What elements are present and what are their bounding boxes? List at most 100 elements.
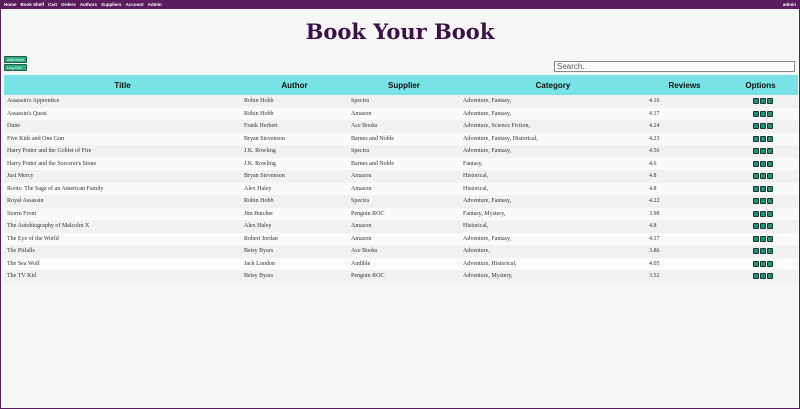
delete-button[interactable] <box>767 135 773 142</box>
edit-button[interactable] <box>760 185 766 192</box>
options-cell <box>723 195 798 208</box>
edit-button[interactable] <box>760 198 766 205</box>
edit-button[interactable] <box>760 173 766 180</box>
delete-button[interactable] <box>767 185 773 192</box>
search-input[interactable]: Search.. <box>554 61 795 72</box>
reviews-cell: 4.56 <box>646 145 723 158</box>
delete-button[interactable] <box>767 123 773 130</box>
nav-admin[interactable]: Admin <box>148 1 162 9</box>
delete-button[interactable] <box>767 198 773 205</box>
delete-button[interactable] <box>767 235 773 242</box>
view-button[interactable] <box>753 273 759 280</box>
options-cell <box>723 220 798 233</box>
edit-button[interactable] <box>760 123 766 130</box>
delete-button[interactable] <box>767 210 773 217</box>
nav-account[interactable]: Account <box>126 1 144 9</box>
reviews-cell: 3.98 <box>646 207 723 220</box>
edit-button[interactable] <box>760 223 766 230</box>
header-category[interactable]: Category <box>460 75 646 95</box>
author-cell: Robert Jordan <box>241 232 348 245</box>
delete-button[interactable] <box>767 110 773 117</box>
title-cell: Dune <box>4 120 241 133</box>
edit-button[interactable] <box>760 235 766 242</box>
reviews-cell: 4.16 <box>646 95 723 108</box>
author-cell: Alex Haley <box>241 182 348 195</box>
options-group <box>726 198 795 205</box>
view-button[interactable] <box>753 173 759 180</box>
nav-cart[interactable]: Cart <box>48 1 57 9</box>
reviews-cell: 4.05 <box>646 257 723 270</box>
action-buttons: Add Book Log Out <box>4 56 28 71</box>
supplier-cell: Barnes and Noble <box>348 157 460 170</box>
nav-orders[interactable]: Orders <box>61 1 76 9</box>
table-row: Harry Potter and the Goblet of Fire J.K. … <box>4 145 798 158</box>
header-author[interactable]: Author <box>241 75 348 95</box>
edit-button[interactable] <box>760 160 766 167</box>
edit-button[interactable] <box>760 248 766 255</box>
delete-button[interactable] <box>767 260 773 267</box>
options-cell <box>723 270 798 283</box>
nav-home[interactable]: Home <box>4 1 17 9</box>
logout-button[interactable]: Log Out <box>4 64 28 71</box>
nav-authors[interactable]: Authors <box>80 1 97 9</box>
reviews-cell: 4.22 <box>646 195 723 208</box>
author-cell: Robin Hobb <box>241 107 348 120</box>
view-button[interactable] <box>753 148 759 155</box>
view-button[interactable] <box>753 123 759 130</box>
supplier-cell: Ace Books <box>348 120 460 133</box>
nav-user[interactable]: admin <box>783 1 796 9</box>
table-body: Assassin's Apprentice Robin Hobb Spectra Ad… <box>4 95 798 283</box>
delete-button[interactable] <box>767 248 773 255</box>
supplier-cell: Amazon <box>348 232 460 245</box>
view-button[interactable] <box>753 210 759 217</box>
edit-button[interactable] <box>760 210 766 217</box>
delete-button[interactable] <box>767 223 773 230</box>
nav-suppliers[interactable]: Suppliers <box>101 1 122 9</box>
table-row: The Pitfalls Betsy Byars Ace Books Adventur… <box>4 245 798 258</box>
options-group <box>726 98 795 105</box>
options-cell <box>723 107 798 120</box>
options-group <box>726 110 795 117</box>
view-button[interactable] <box>753 235 759 242</box>
nav-book-shelf[interactable]: Book Shelf <box>21 1 45 9</box>
view-button[interactable] <box>753 98 759 105</box>
view-button[interactable] <box>753 135 759 142</box>
view-button[interactable] <box>753 260 759 267</box>
edit-button[interactable] <box>760 260 766 267</box>
options-cell <box>723 157 798 170</box>
delete-button[interactable] <box>767 273 773 280</box>
edit-button[interactable] <box>760 273 766 280</box>
table-row: Roots: The Saga of an American Family Ale… <box>4 182 798 195</box>
category-cell: Historical, <box>460 220 646 233</box>
edit-button[interactable] <box>760 135 766 142</box>
view-button[interactable] <box>753 185 759 192</box>
delete-button[interactable] <box>767 160 773 167</box>
options-group <box>726 185 795 192</box>
title-cell: Harry Potter and the Goblet of Fire <box>4 145 241 158</box>
title-cell: Just Mercy <box>4 170 241 183</box>
edit-button[interactable] <box>760 98 766 105</box>
view-button[interactable] <box>753 198 759 205</box>
title-cell: The Autobiography of Malcolm X <box>4 220 241 233</box>
options-cell <box>723 245 798 258</box>
view-button[interactable] <box>753 223 759 230</box>
delete-button[interactable] <box>767 173 773 180</box>
add-book-button[interactable]: Add Book <box>4 56 28 63</box>
delete-button[interactable] <box>767 148 773 155</box>
category-cell: Adventure, Fantasy, Historical, <box>460 132 646 145</box>
view-button[interactable] <box>753 248 759 255</box>
view-button[interactable] <box>753 160 759 167</box>
view-button[interactable] <box>753 110 759 117</box>
edit-button[interactable] <box>760 148 766 155</box>
title-cell: Harry Potter and the Sorcerer's Stone <box>4 157 241 170</box>
header-title[interactable]: Title <box>4 75 241 95</box>
header-supplier[interactable]: Supplier <box>348 75 460 95</box>
edit-button[interactable] <box>760 110 766 117</box>
header-reviews[interactable]: Reviews <box>646 75 723 95</box>
title-cell: The Pitfalls <box>4 245 241 258</box>
delete-button[interactable] <box>767 98 773 105</box>
options-group <box>726 135 795 142</box>
options-cell <box>723 95 798 108</box>
author-cell: Bryan Stevenson <box>241 170 348 183</box>
supplier-cell: Amazon <box>348 107 460 120</box>
